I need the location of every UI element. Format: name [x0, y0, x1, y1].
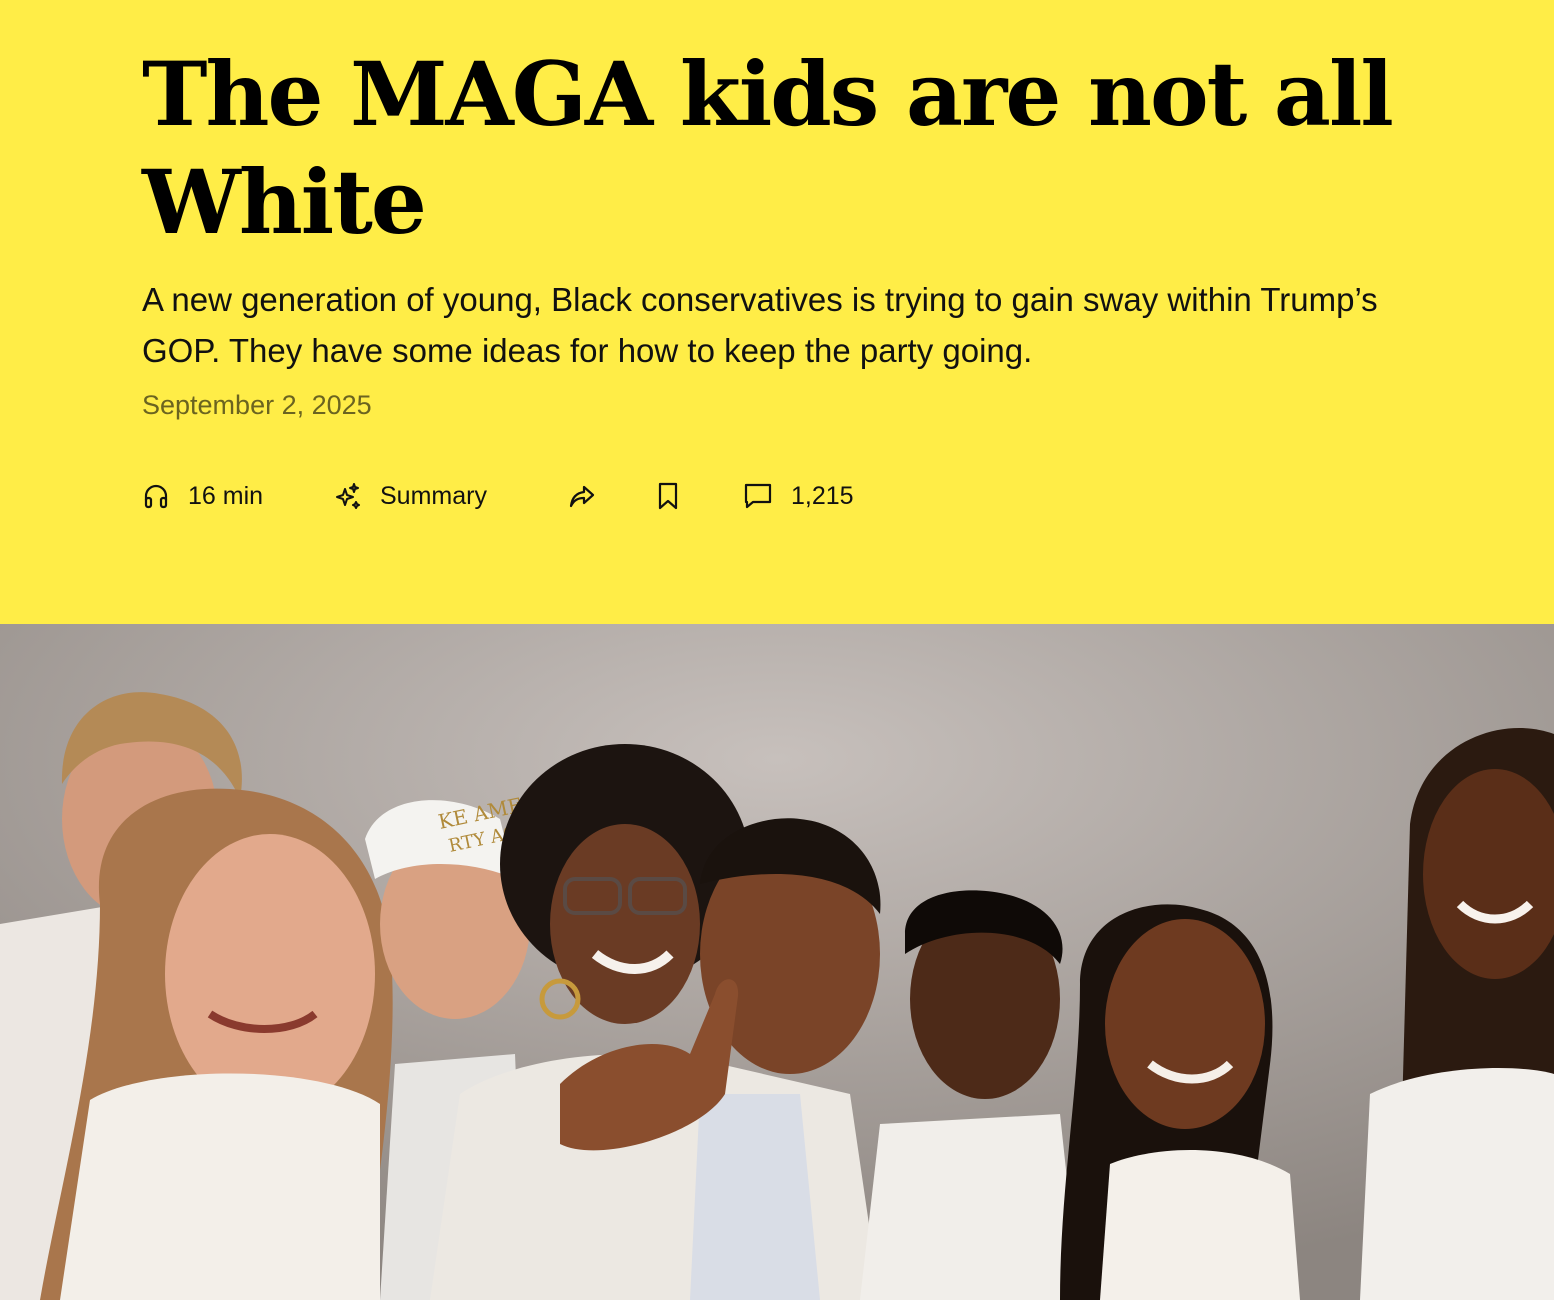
group-photo-illustration: KE AMERICA RTY AGAI — [0, 624, 1554, 1300]
bookmark-icon — [655, 481, 681, 511]
sparkle-icon — [332, 481, 362, 511]
publish-date: September 2, 2025 — [142, 390, 372, 420]
headline: The MAGA kids are not all White — [142, 42, 1394, 254]
share-icon — [567, 481, 597, 511]
article-header: The MAGA kids are not all White A new ge… — [0, 0, 1554, 624]
headphones-icon — [142, 482, 170, 510]
article-dek: A new generation of young, Black conserv… — [142, 281, 1378, 369]
summary-button[interactable]: Summary — [332, 481, 567, 511]
listen-duration: 16 min — [188, 481, 264, 510]
listen-button[interactable]: 16 min — [142, 482, 332, 511]
summary-label: Summary — [380, 481, 487, 510]
comments-button[interactable]: 1,215 — [743, 481, 854, 511]
comment-icon — [743, 481, 773, 511]
share-button[interactable] — [567, 481, 655, 511]
comment-count: 1,215 — [791, 481, 854, 510]
article-page: The MAGA kids are not all White A new ge… — [0, 0, 1554, 1300]
hero-photo: KE AMERICA RTY AGAI — [0, 624, 1554, 1300]
save-button[interactable] — [655, 481, 743, 511]
article-toolbar: 16 min Summary 1,215 — [142, 474, 854, 518]
